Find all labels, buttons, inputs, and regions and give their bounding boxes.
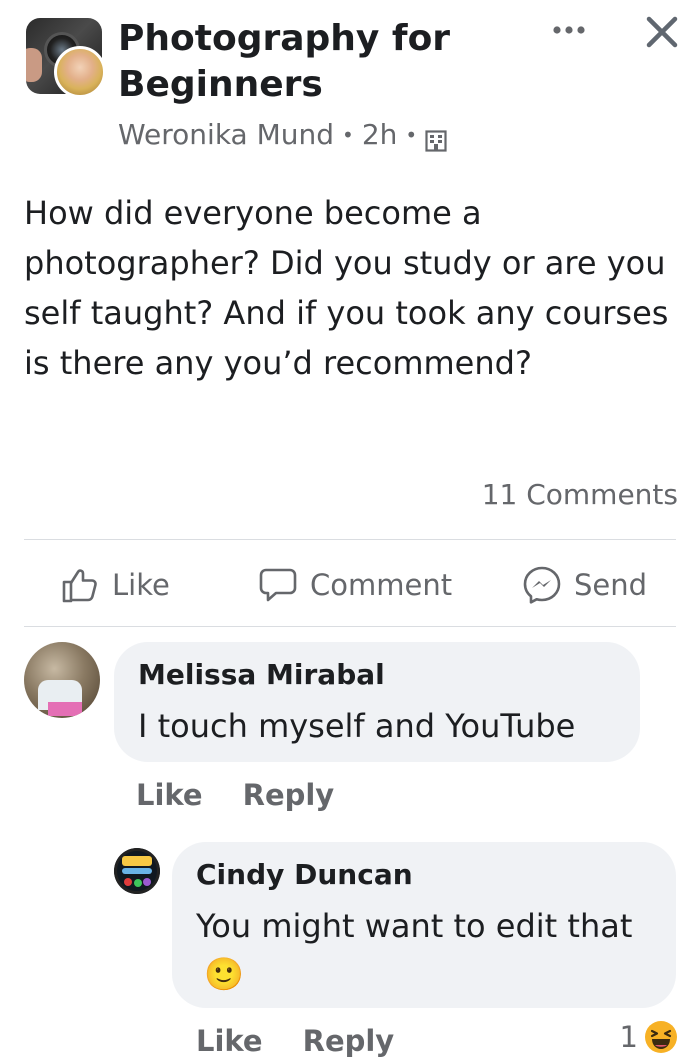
author-name[interactable]: Weronika Mund (118, 118, 334, 151)
send-button[interactable]: Send (522, 554, 647, 616)
comment-button[interactable]: Comment (258, 554, 452, 616)
meta-separator: • (342, 122, 354, 147)
send-label: Send (574, 568, 648, 602)
messenger-icon (523, 566, 561, 604)
commenter-avatar[interactable] (24, 642, 100, 718)
comments-count[interactable]: 11 Comments (482, 478, 678, 511)
comment-text-body: You might want to edit that (196, 907, 633, 945)
author-avatar[interactable] (54, 46, 106, 98)
comment-text: You might want to edit that 🙂 (196, 902, 636, 998)
haha-reaction-icon (645, 1021, 677, 1053)
divider (24, 539, 676, 540)
divider (24, 626, 676, 627)
action-bar: Like Comment Send (0, 554, 700, 616)
comment-like-button[interactable]: Like (136, 778, 203, 812)
comment-reply-button[interactable]: Reply (243, 778, 335, 812)
comment-actions: Like Reply (136, 778, 334, 812)
group-name[interactable]: Photography for Beginners (118, 16, 538, 108)
comment-bubble: Melissa Mirabal I touch myself and YouTu… (114, 642, 640, 762)
reply-actions: Like Reply (196, 1024, 394, 1058)
group-avatar[interactable] (26, 18, 106, 98)
thumbs-up-icon (62, 569, 97, 603)
more-options-icon[interactable] (552, 20, 586, 40)
meta-separator: • (405, 122, 418, 147)
post-body: How did everyone become a photographer? … (24, 194, 669, 382)
like-label: Like (112, 568, 170, 602)
comment-bubble-icon (259, 568, 297, 602)
hand-graphic (26, 48, 42, 82)
commenter-name[interactable]: Cindy Duncan (196, 858, 413, 891)
post-meta: Weronika Mund • 2h • (118, 118, 447, 152)
like-button[interactable]: Like (60, 554, 170, 616)
smile-emoji: 🙂 (204, 955, 244, 993)
reply-bubble: Cindy Duncan You might want to edit that… (172, 842, 676, 1008)
reply-reply-button[interactable]: Reply (303, 1024, 395, 1058)
commenter-avatar[interactable] (114, 848, 160, 894)
comment-text: I touch myself and YouTube (138, 707, 576, 745)
avatar-photo-detail (48, 702, 82, 716)
comment-label: Comment (310, 568, 453, 602)
commenter-name[interactable]: Melissa Mirabal (138, 658, 385, 691)
post-header: Photography for Beginners Weronika Mund … (0, 0, 700, 170)
group-privacy-icon (425, 126, 447, 152)
reaction-count: 1 (619, 1020, 638, 1054)
post-time[interactable]: 2h (362, 118, 398, 151)
reaction-summary[interactable]: 1 (620, 1020, 678, 1054)
avatar-ring (114, 848, 160, 894)
reply-like-button[interactable]: Like (196, 1024, 263, 1058)
close-icon[interactable] (644, 14, 680, 50)
